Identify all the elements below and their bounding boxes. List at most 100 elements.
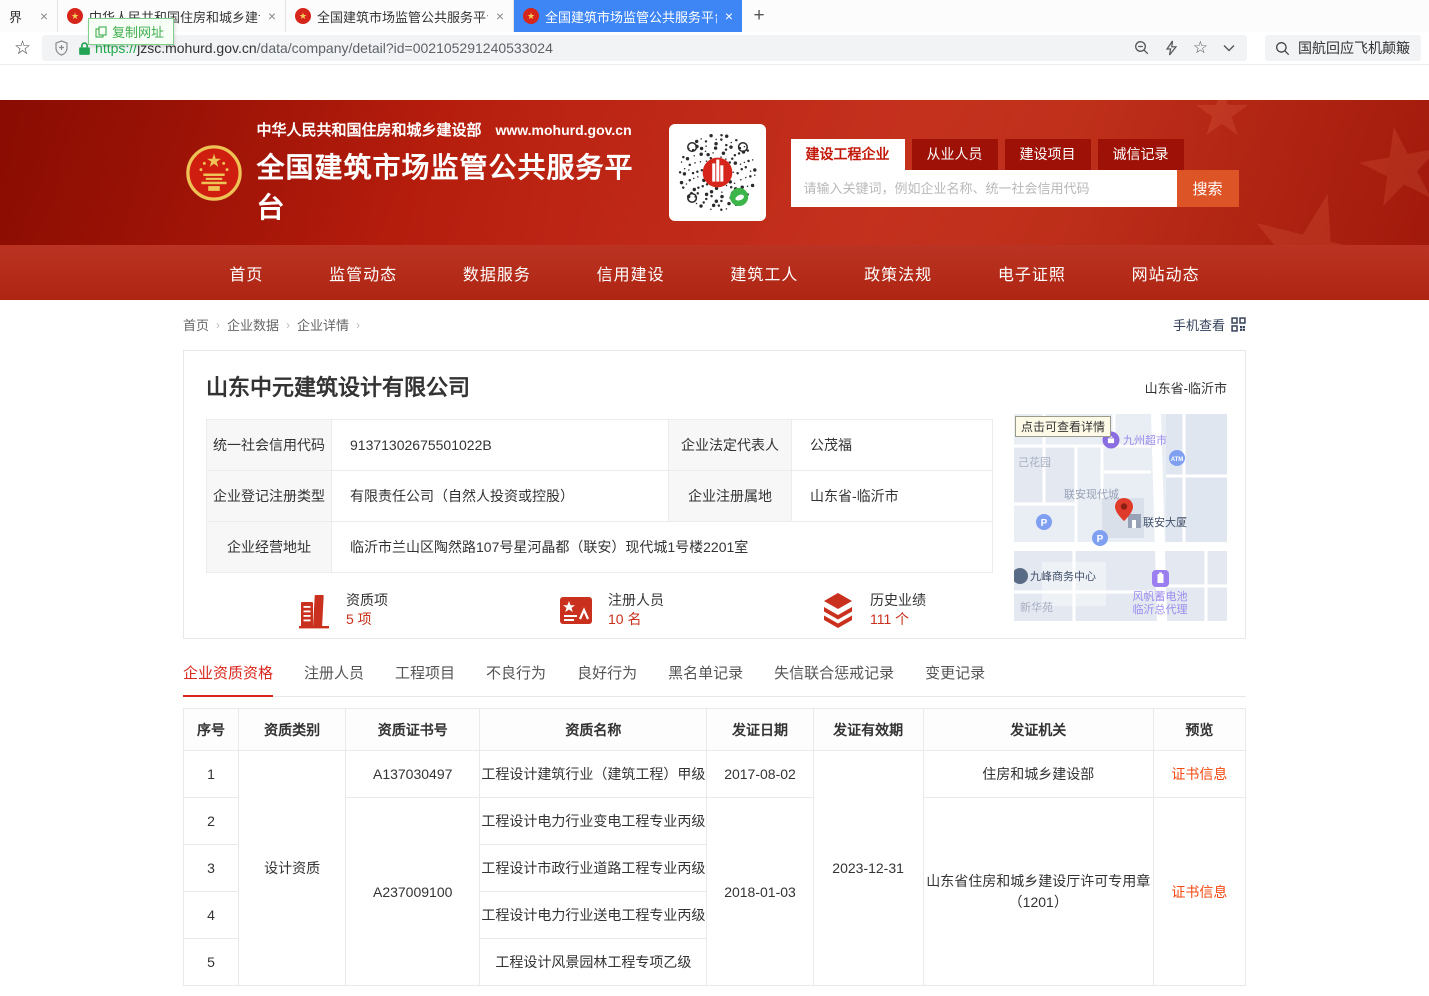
lightning-icon[interactable]	[1165, 40, 1178, 56]
nav-item-certificate[interactable]: 电子证照	[998, 261, 1066, 285]
new-tab-button[interactable]: +	[742, 0, 776, 32]
tab-bad-behavior[interactable]: 不良行为	[486, 662, 546, 696]
site-title: 全国建筑市场监管公共服务平台	[257, 146, 637, 226]
col-header-category: 资质类别	[239, 709, 346, 751]
svg-text:P: P	[1041, 518, 1048, 529]
cell-no: 1	[184, 751, 239, 798]
breadcrumb-company-detail[interactable]: 企业详情	[297, 315, 349, 334]
svg-text:ATM: ATM	[1171, 457, 1184, 463]
map-image: 九州超市 ATM 己花园 联安现代城 P P 联安大厦 九峰商务中心 新华苑	[1014, 414, 1227, 621]
nav-item-credit[interactable]: 信用建设	[597, 261, 665, 285]
cell-authority: 住房和城乡建设部	[923, 751, 1153, 798]
tab-change-records[interactable]: 变更记录	[925, 662, 985, 696]
browser-chrome: 界 × ★ 中华人民共和国住房和城乡建设 × ★ 全国建筑市场监管公共服务平台 …	[0, 0, 1429, 65]
map-tooltip: 点击可查看详情	[1015, 416, 1111, 437]
reg-region-value: 山东省-临沂市	[792, 471, 993, 522]
table-header-row: 序号 资质类别 资质证书号 资质名称 发证日期 发证有效期 发证机关 预览	[184, 709, 1246, 751]
col-header-cert-no: 资质证书号	[346, 709, 480, 751]
address-bar[interactable]: https://jzsc.mohurd.gov.cn/data/company/…	[42, 35, 1247, 61]
svg-text:新华苑: 新华苑	[1020, 600, 1053, 614]
mobile-view-link[interactable]: 手机查看	[1173, 315, 1246, 334]
stat-label: 历史业绩	[870, 591, 926, 610]
breadcrumb-company-data[interactable]: 企业数据	[227, 315, 279, 334]
tab-title: 界	[9, 7, 32, 26]
quick-search-box[interactable]: 国航回应飞机颠簸	[1265, 35, 1421, 61]
reg-region-label: 企业注册属地	[669, 471, 792, 522]
header-search-panel: 建设工程企业 从业人员 建设项目 诚信记录 搜索	[791, 139, 1239, 207]
browser-tab-2[interactable]: ★ 全国建筑市场监管公共服务平台 ×	[286, 0, 514, 32]
browser-tab-0[interactable]: 界 ×	[0, 0, 58, 32]
table-row: 企业经营地址 临沂市兰山区陶然路107号星河晶都（联安）现代城1号楼2201室	[207, 522, 993, 573]
tab-close-icon[interactable]: ×	[268, 9, 276, 23]
table-row: 1 设计资质 A137030497 工程设计建筑行业（建筑工程）甲级 2017-…	[184, 751, 1246, 798]
tab-qualifications[interactable]: 企业资质资格	[183, 662, 273, 697]
tab-title: 全国建筑市场监管公共服务平台	[317, 7, 488, 26]
tab-dishonesty-records[interactable]: 失信联合惩戒记录	[774, 662, 894, 696]
breadcrumb-separator: ›	[356, 318, 360, 332]
col-header-preview: 预览	[1153, 709, 1245, 751]
cell-validity: 2023-12-31	[813, 751, 923, 986]
stat-value: 5 项	[346, 610, 388, 629]
stat-registered-personnel: 注册人员 10 名	[468, 590, 730, 630]
company-detail-tabs: 企业资质资格 注册人员 工程项目 不良行为 良好行为 黑名单记录 失信联合惩戒记…	[183, 662, 1246, 697]
breadcrumb-separator: ›	[286, 318, 290, 332]
tab-blacklist[interactable]: 黑名单记录	[668, 662, 743, 696]
ministry-url: www.mohurd.gov.cn	[496, 122, 632, 138]
company-location-map[interactable]: 点击可查看详情 九州超市	[1014, 414, 1227, 621]
search-tab-credit[interactable]: 诚信记录	[1098, 139, 1184, 170]
col-header-no: 序号	[184, 709, 239, 751]
col-header-validity: 发证有效期	[813, 709, 923, 751]
browser-tab-active[interactable]: ★ 全国建筑市场监管公共服务平台 ×	[514, 0, 742, 32]
cell-qual-name: 工程设计电力行业变电工程专业丙级	[480, 798, 707, 845]
svg-text:风帆蓄电池: 风帆蓄电池	[1133, 589, 1188, 603]
tab-registered-personnel[interactable]: 注册人员	[304, 662, 364, 696]
svg-text:联安大厦: 联安大厦	[1143, 515, 1187, 529]
nav-item-policy[interactable]: 政策法规	[864, 261, 932, 285]
tab-close-icon[interactable]: ×	[725, 9, 733, 23]
svg-text:九峰商务中心: 九峰商务中心	[1030, 569, 1096, 583]
nav-item-site-news[interactable]: 网站动态	[1132, 261, 1200, 285]
tab-close-icon[interactable]: ×	[496, 9, 504, 23]
cell-no: 5	[184, 939, 239, 986]
quick-search-text: 国航回应飞机颠簸	[1298, 38, 1410, 58]
col-header-name: 资质名称	[480, 709, 707, 751]
company-info-table: 统一社会信用代码 91371302675501022B 企业法定代表人 公茂福 …	[206, 419, 993, 573]
credit-code-label: 统一社会信用代码	[207, 420, 332, 471]
col-header-authority: 发证机关	[923, 709, 1153, 751]
site-favicon-icon: ★	[523, 8, 539, 24]
svg-text:九州超市: 九州超市	[1123, 433, 1167, 447]
stat-label: 注册人员	[608, 591, 664, 610]
certificate-info-link[interactable]: 证书信息	[1171, 884, 1227, 900]
search-tab-project[interactable]: 建设项目	[1005, 139, 1091, 170]
authority-line-1: 山东省住房和城乡建设厅许可专用章	[924, 871, 1153, 892]
company-summary-card: 山东中元建筑设计有限公司 山东省-临沂市 统一社会信用代码 9137130267…	[183, 350, 1246, 639]
shield-icon[interactable]	[54, 40, 69, 56]
tab-projects[interactable]: 工程项目	[395, 662, 455, 696]
tab-close-icon[interactable]: ×	[40, 9, 48, 23]
bookmark-star-icon[interactable]: ☆	[14, 37, 31, 60]
cell-cert-no: A237009100	[346, 798, 480, 986]
certificate-info-link[interactable]: 证书信息	[1171, 766, 1227, 782]
chevron-down-icon[interactable]	[1223, 44, 1235, 52]
breadcrumb-home[interactable]: 首页	[183, 315, 209, 334]
tab-good-behavior[interactable]: 良好行为	[577, 662, 637, 696]
zoom-out-icon[interactable]	[1134, 40, 1150, 56]
mobile-view-label: 手机查看	[1173, 315, 1225, 334]
nav-item-workers[interactable]: 建筑工人	[730, 261, 798, 285]
cell-issue-date: 2017-08-02	[707, 751, 813, 798]
cell-issue-date: 2018-01-03	[707, 798, 813, 986]
keyword-search-input[interactable]	[791, 170, 1177, 207]
nav-item-data-service[interactable]: 数据服务	[463, 261, 531, 285]
layers-icon	[818, 590, 858, 630]
search-tab-enterprise[interactable]: 建设工程企业	[791, 139, 905, 170]
ministry-name: 中华人民共和国住房和城乡建设部	[257, 119, 482, 140]
nav-item-supervision[interactable]: 监管动态	[329, 261, 397, 285]
search-button[interactable]: 搜索	[1177, 170, 1239, 207]
authority-line-2: （1201）	[924, 892, 1153, 913]
table-row: 企业登记注册类型 有限责任公司（自然人投资或控股） 企业注册属地 山东省-临沂市	[207, 471, 993, 522]
tab-title: 全国建筑市场监管公共服务平台	[545, 7, 717, 26]
nav-item-home[interactable]: 首页	[229, 261, 263, 285]
search-tab-personnel[interactable]: 从业人员	[912, 139, 998, 170]
company-stats: 资质项 5 项 注册人员 10 名	[206, 590, 992, 630]
favorite-star-icon[interactable]: ☆	[1193, 38, 1208, 58]
